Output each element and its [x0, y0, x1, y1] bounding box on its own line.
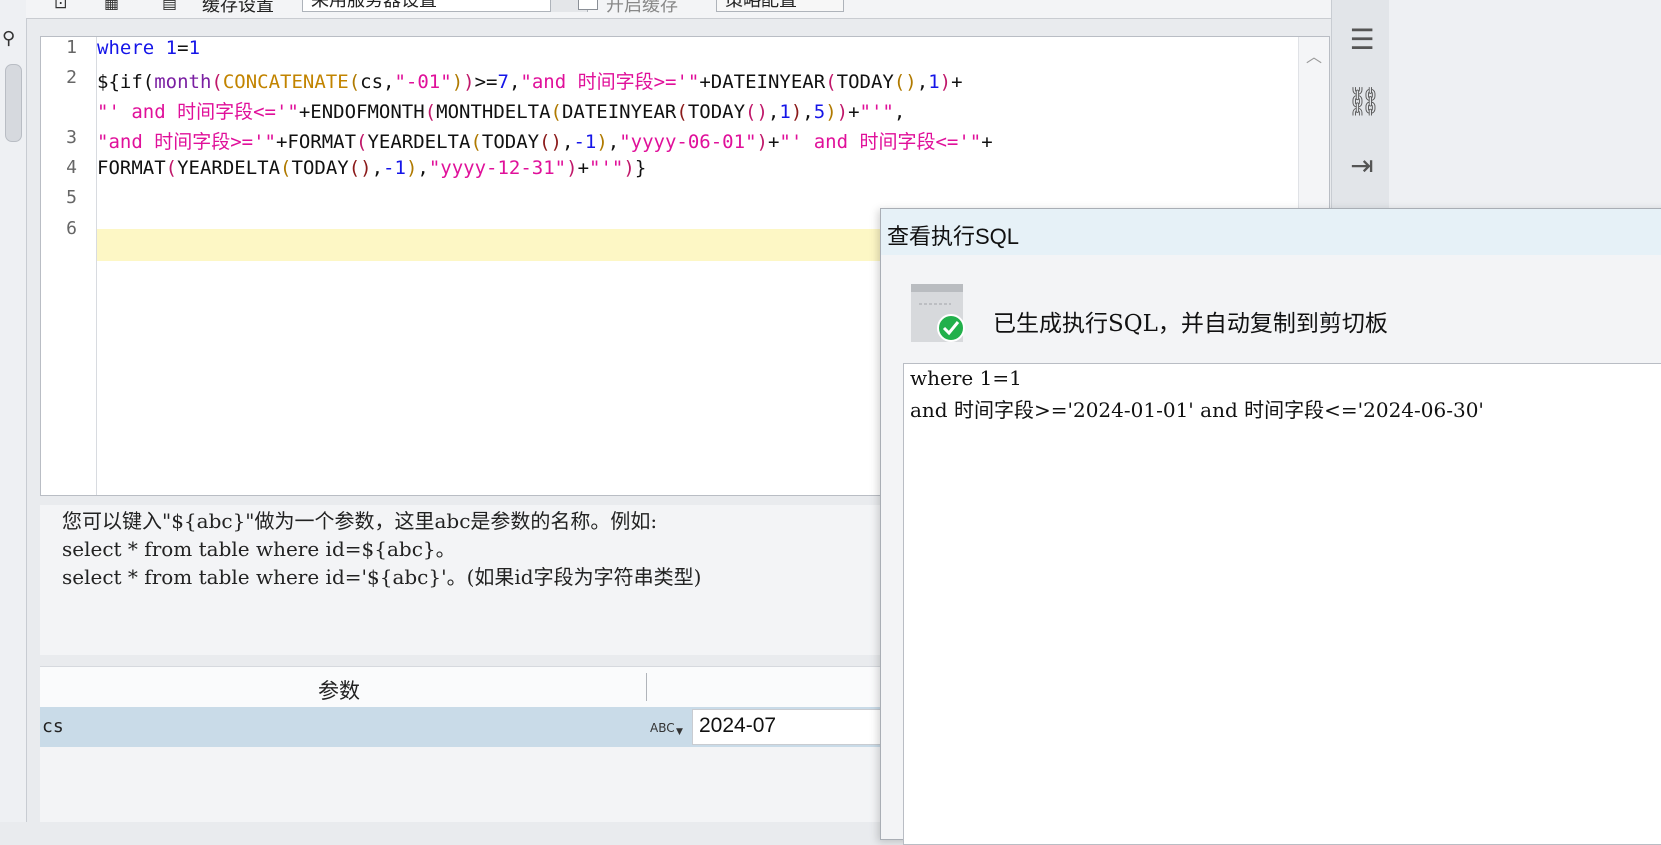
search-icon[interactable]: ⚲	[2, 28, 15, 49]
column-divider	[646, 673, 647, 701]
calculator-icon[interactable]: ▦	[104, 0, 122, 12]
left-scrollbar[interactable]	[5, 64, 22, 142]
parameter-table: 参数 cs ABC ▼ 2024-07	[40, 666, 900, 822]
line-number-gutter: 1 2 3 4 5 6	[41, 37, 97, 495]
view-sql-dialog: 查看执行SQL 已生成执行SQL，并自动复制到剪切板 where 1=1 and…	[880, 208, 1661, 845]
code-line-4: FORMAT(YEARDELTA(TODAY(),-1),"yyyy-12-31…	[97, 157, 647, 179]
cache-settings-label: 缓存设置	[202, 0, 274, 16]
code-line-2: ${if(month(CONCATENATE(cs,"-01"))>=7,"an…	[97, 71, 963, 93]
toolbar: ⊡ ▦ ▤ 缓存设置 采用服务器设置 开启缓存 策略配置	[26, 0, 1331, 19]
sql-line: and 时间字段>='2024-01-01' and 时间字段<='2024-0…	[910, 398, 1484, 422]
line-number: 6	[66, 218, 77, 239]
align-icon[interactable]: ☰	[1346, 24, 1378, 56]
dialog-titlebar[interactable]: 查看执行SQL	[881, 209, 1661, 255]
cache-enable-checkbox[interactable]	[578, 0, 598, 10]
hint-line-1: 您可以键入"${abc}"做为一个参数，这里abc是参数的名称。例如:	[62, 509, 658, 533]
hint-line-2: select * from table where id=${abc}。	[62, 537, 456, 561]
cache-settings-icon[interactable]: ▤	[162, 0, 180, 12]
generated-sql-text[interactable]: where 1=1 and 时间字段>='2024-01-01' and 时间字…	[903, 363, 1661, 845]
dialog-message: 已生成执行SQL，并自动复制到剪切板	[993, 311, 1388, 337]
type-select[interactable]: ABC ▼	[650, 711, 690, 743]
table-row[interactable]: cs ABC ▼ 2024-07	[40, 707, 900, 747]
line-number: 2	[66, 67, 77, 88]
param-value-input[interactable]: 2024-07	[692, 709, 900, 745]
left-panel: ⚲	[0, 0, 27, 822]
column-header-param: 参数	[318, 679, 360, 703]
chevron-down-icon: ▼	[676, 727, 683, 737]
line-number: 4	[66, 157, 77, 178]
cache-mode-select[interactable]: 采用服务器设置	[302, 0, 588, 12]
sql-line: where 1=1	[910, 366, 1022, 390]
cache-enable-label: 开启缓存	[606, 0, 678, 16]
type-icon: ABC	[650, 721, 675, 735]
strategy-config-button[interactable]: 策略配置	[716, 0, 844, 12]
preview-icon[interactable]: ⊡	[54, 0, 72, 12]
code-line-2-wrap: "' and 时间字段<='"+ENDOFMONTH(MONTHDELTA(DA…	[97, 101, 906, 123]
param-name: cs	[42, 716, 64, 737]
import-icon[interactable]: ⇥	[1346, 150, 1378, 182]
scroll-up-icon[interactable]: ︿	[1306, 43, 1322, 67]
line-number: 1	[66, 37, 77, 58]
link-icon[interactable]: ⛓	[1346, 86, 1382, 118]
parameter-hint: 您可以键入"${abc}"做为一个参数，这里abc是参数的名称。例如: sele…	[40, 505, 890, 655]
code-line-1: where 1=1	[97, 37, 201, 59]
code-line-3: "and 时间字段>='"+FORMAT(YEARDELTA(TODAY(),-…	[97, 131, 993, 153]
line-number: 5	[66, 187, 77, 208]
sql-document-icon	[911, 284, 965, 342]
hint-line-3: select * from table where id='${abc}'。(如…	[62, 565, 702, 589]
cache-mode-value: 采用服务器设置	[311, 0, 437, 11]
line-number: 3	[66, 127, 77, 148]
table-header: 参数	[40, 666, 900, 708]
dialog-title: 查看执行SQL	[887, 224, 1020, 249]
